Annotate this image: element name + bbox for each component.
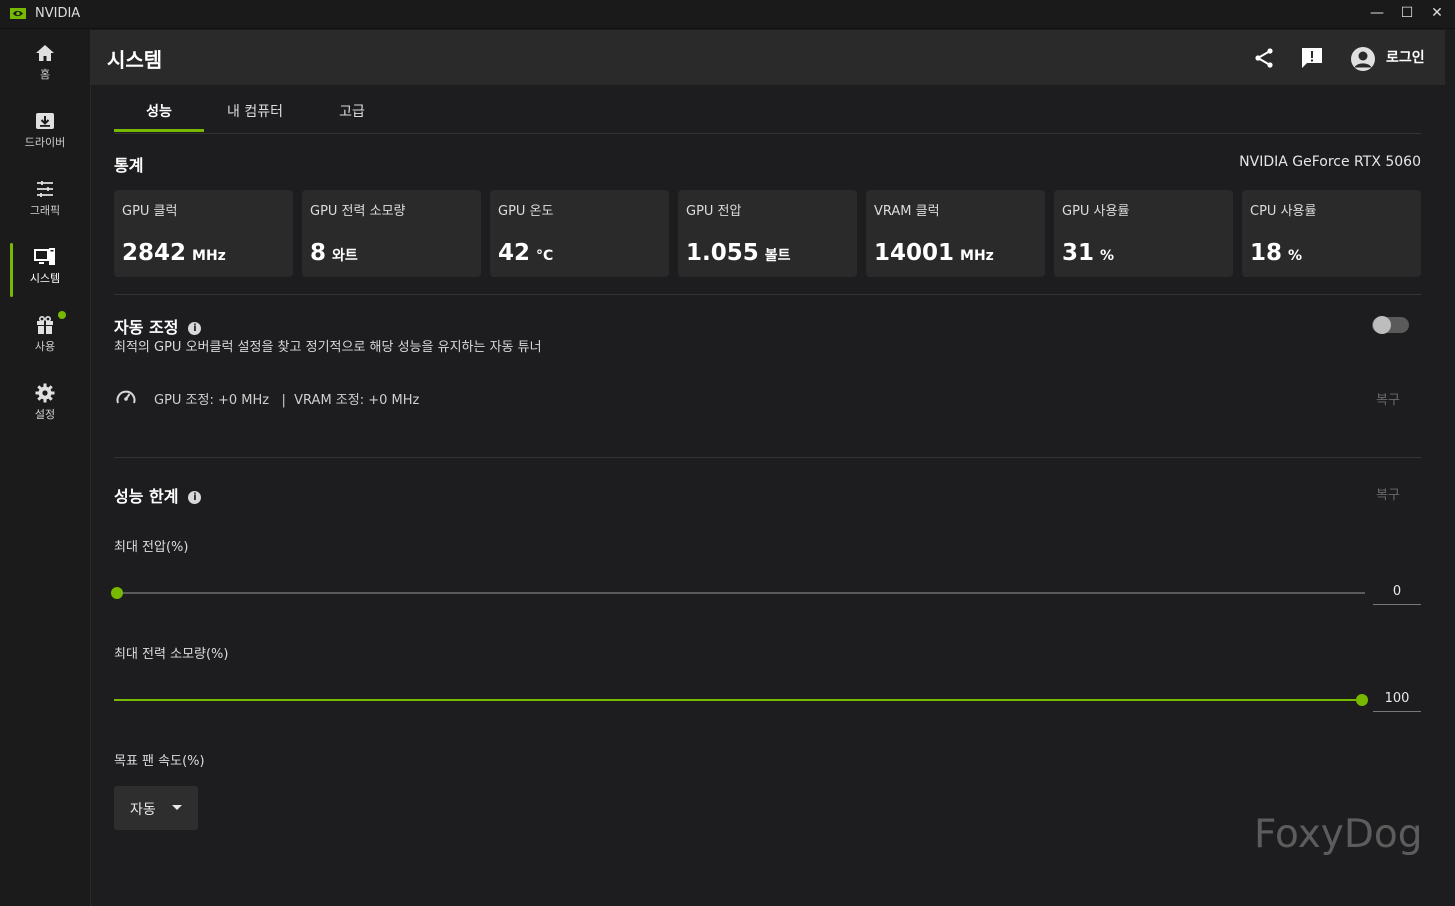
avatar-icon[interactable] (1350, 46, 1376, 72)
max-voltage-label: 최대 전압(%) (114, 540, 189, 555)
stat-value: 18% (1250, 240, 1303, 266)
feedback-icon[interactable] (1300, 46, 1324, 70)
stat-label: GPU 전력 소모량 (310, 204, 406, 219)
login-button[interactable]: 로그인 (1386, 47, 1425, 67)
active-indicator (10, 243, 13, 297)
perf-limits-title: 성능 한계 i (114, 483, 202, 507)
max-voltage-slider[interactable] (111, 587, 1365, 599)
active-tab-indicator (114, 129, 204, 132)
stat-value: 14001 MHz (874, 240, 994, 266)
sliders-icon (34, 178, 56, 200)
info-icon[interactable]: i (188, 322, 202, 335)
tune-info: GPU 조정: +0 MHz | VRAM 조정: +0 MHz (154, 393, 420, 408)
max-power-value[interactable]: 100 (1373, 687, 1421, 712)
notification-badge (58, 311, 66, 319)
stat-label: GPU 온도 (498, 204, 554, 219)
auto-tune-reset-button[interactable]: 복구 (1376, 389, 1400, 408)
gift-icon (34, 314, 56, 336)
page-title: 시스템 (107, 48, 163, 72)
max-voltage-value[interactable]: 0 (1373, 580, 1421, 605)
sidebar-item-label: 설정 (34, 408, 56, 421)
tab-bar: 성능 내 컴퓨터 고급 (114, 86, 1421, 134)
sidebar-item-label: 시스템 (29, 272, 61, 285)
info-icon[interactable]: i (188, 491, 202, 504)
app-name: NVIDIA (35, 6, 81, 21)
sidebar: 홈 드라이버 그래픽 시스템 사용 설정 (0, 29, 91, 906)
stat-card-gpu-usage: GPU 사용률 31% (1054, 190, 1233, 277)
fan-speed-dropdown[interactable]: 자동 (114, 786, 198, 830)
divider (114, 457, 1421, 458)
home-icon (34, 42, 56, 64)
stat-value: 2842 MHz (122, 240, 226, 266)
watermark: FoxyDog (1254, 812, 1423, 857)
sidebar-item-label: 그래픽 (29, 204, 61, 217)
slider-thumb[interactable] (1356, 694, 1368, 706)
stat-value: 42 °C (498, 240, 554, 266)
stat-value: 8 와트 (310, 240, 358, 266)
sidebar-item-label: 홈 (39, 68, 51, 81)
gauge-icon (116, 390, 136, 404)
sidebar-item-home[interactable]: 홈 (0, 33, 90, 93)
stat-label: GPU 전압 (686, 204, 742, 219)
stats-title: 통계 (114, 156, 144, 175)
max-power-slider[interactable] (114, 694, 1368, 706)
stat-value: 31% (1062, 240, 1115, 266)
nvidia-logo-icon (10, 8, 26, 19)
page-header: 시스템 로그인 (91, 30, 1445, 85)
slider-thumb[interactable] (111, 587, 123, 599)
system-icon (34, 246, 56, 268)
auto-tune-description: 최적의 GPU 오버클럭 설정을 찾고 정기적으로 해당 성능을 유지하는 자동… (114, 340, 542, 355)
stat-card-gpu-power: GPU 전력 소모량 8 와트 (302, 190, 481, 277)
stat-label: CPU 사용률 (1250, 204, 1317, 219)
tab-my-computer[interactable]: 내 컴퓨터 (215, 101, 295, 121)
stat-label: VRAM 클럭 (874, 204, 940, 219)
auto-tune-toggle[interactable] (1372, 316, 1409, 334)
max-power-label: 최대 전력 소모량(%) (114, 647, 229, 662)
tab-performance[interactable]: 성능 (114, 101, 204, 121)
stat-label: GPU 클럭 (122, 204, 178, 219)
fan-speed-label: 목표 팬 속도(%) (114, 754, 205, 769)
gpu-name: NVIDIA GeForce RTX 5060 (1239, 154, 1421, 170)
chevron-down-icon (172, 805, 182, 810)
tab-advanced[interactable]: 고급 (327, 101, 377, 121)
sidebar-item-driver[interactable]: 드라이버 (0, 101, 90, 161)
perf-limits-reset-button[interactable]: 복구 (1376, 484, 1400, 503)
stat-card-cpu-usage: CPU 사용률 18% (1242, 190, 1421, 277)
sidebar-item-settings[interactable]: 설정 (0, 373, 90, 433)
sidebar-item-system[interactable]: 시스템 (0, 237, 90, 297)
gear-icon (34, 382, 56, 404)
dropdown-value: 자동 (130, 802, 156, 818)
close-button[interactable]: ✕ (1422, 2, 1452, 24)
maximize-button[interactable]: ☐ (1392, 2, 1422, 24)
sidebar-item-usage[interactable]: 사용 (0, 305, 90, 365)
toggle-knob (1373, 316, 1391, 334)
minimize-button[interactable]: — (1362, 2, 1392, 24)
sidebar-item-label: 드라이버 (24, 136, 66, 149)
title-bar: NVIDIA — ☐ ✕ (0, 0, 1455, 29)
stat-card-gpu-temp: GPU 온도 42 °C (490, 190, 669, 277)
sidebar-item-label: 사용 (34, 340, 56, 353)
stat-card-vram-clock: VRAM 클럭 14001 MHz (866, 190, 1045, 277)
stat-label: GPU 사용률 (1062, 204, 1130, 219)
download-icon (34, 110, 56, 132)
stat-card-gpu-clock: GPU 클럭 2842 MHz (114, 190, 293, 277)
slider-fill (114, 699, 1362, 701)
auto-tune-title: 자동 조정 i (114, 314, 202, 338)
stat-card-gpu-voltage: GPU 전압 1.055 볼트 (678, 190, 857, 277)
divider (114, 294, 1421, 295)
share-icon[interactable] (1252, 46, 1276, 70)
sidebar-item-graphics[interactable]: 그래픽 (0, 169, 90, 229)
stat-value: 1.055 볼트 (686, 240, 791, 266)
